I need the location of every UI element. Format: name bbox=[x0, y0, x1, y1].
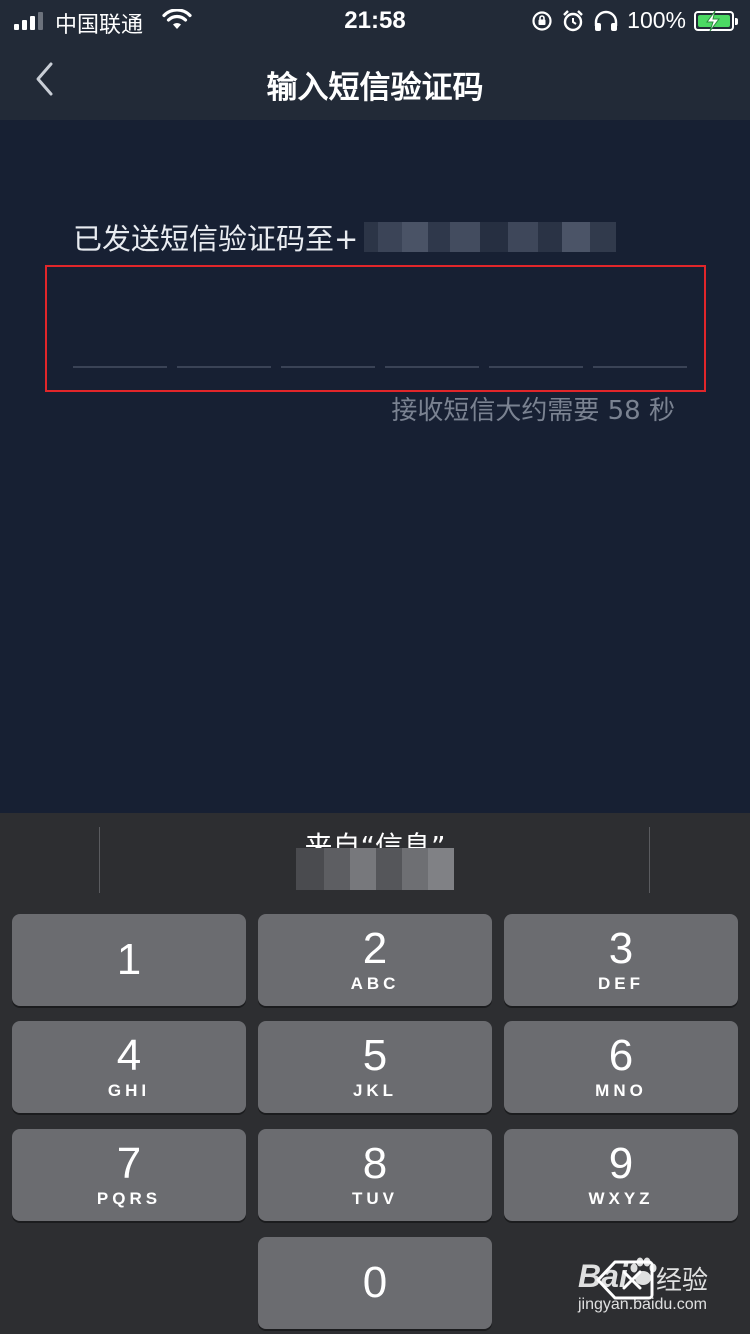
alarm-icon bbox=[563, 9, 584, 31]
code-digit-slot bbox=[489, 366, 583, 368]
code-digit-slot bbox=[593, 366, 687, 368]
key-0[interactable]: 0 bbox=[258, 1237, 492, 1329]
watermark-url: jingyan.baidu.com bbox=[578, 1296, 707, 1313]
blurred-phone-number bbox=[364, 219, 617, 255]
sent-to-message: 已发送短信验证码至+ bbox=[73, 216, 617, 258]
key-number: 9 bbox=[608, 1139, 634, 1188]
paw-icon bbox=[630, 1257, 657, 1285]
key-3[interactable]: 3 DEF bbox=[504, 914, 738, 1006]
battery-icon bbox=[694, 10, 738, 31]
status-right-group: 100% bbox=[531, 7, 738, 34]
page-title: 输入短信验证码 bbox=[266, 70, 484, 106]
watermark-logo: Bai bbox=[578, 1258, 628, 1294]
key-letters: TUV bbox=[352, 1189, 398, 1208]
baidu-jingyan-watermark: Bai 经验 jingyan.baidu.com bbox=[578, 1250, 743, 1320]
key-1[interactable]: 1 bbox=[12, 914, 246, 1006]
key-number: 6 bbox=[608, 1031, 634, 1080]
code-digit-slot bbox=[281, 366, 375, 368]
code-digit-slot bbox=[177, 366, 271, 368]
key-number: 4 bbox=[116, 1031, 142, 1080]
sms-countdown-text: 接收短信大约需要 58 秒 bbox=[391, 396, 675, 426]
watermark-brand: 经验 bbox=[656, 1266, 709, 1296]
key-number: 3 bbox=[608, 924, 634, 973]
rotation-lock-icon bbox=[532, 10, 552, 31]
key-letters: DEF bbox=[598, 974, 644, 993]
code-digit-slot bbox=[73, 366, 167, 368]
autofill-suggestion-bar: 来自“信息” bbox=[0, 813, 750, 910]
key-9[interactable]: 9 WXYZ bbox=[504, 1129, 738, 1221]
code-digit-slots bbox=[73, 366, 687, 368]
key-letters: GHI bbox=[107, 1081, 151, 1100]
verification-code-input[interactable] bbox=[45, 265, 706, 392]
key-letters: ABC bbox=[350, 974, 400, 993]
headphones-icon bbox=[594, 10, 618, 31]
key-2[interactable]: 2 ABC bbox=[258, 914, 492, 1006]
status-bar: 中国联通 21:58 100% bbox=[0, 0, 750, 40]
key-7[interactable]: 7 PQRS bbox=[12, 1129, 246, 1221]
key-4[interactable]: 4 GHI bbox=[12, 1021, 246, 1113]
key-letters: MNO bbox=[595, 1081, 647, 1100]
key-letters: JKL bbox=[352, 1081, 398, 1100]
key-8[interactable]: 8 TUV bbox=[258, 1129, 492, 1221]
key-number: 7 bbox=[116, 1139, 142, 1188]
navigation-bar: 输入短信验证码 bbox=[0, 40, 750, 120]
key-letters: PQRS bbox=[96, 1189, 162, 1208]
key-number: 2 bbox=[362, 924, 388, 973]
key-number: 5 bbox=[362, 1031, 388, 1080]
battery-percent: 100% bbox=[627, 7, 686, 33]
key-6[interactable]: 6 MNO bbox=[504, 1021, 738, 1113]
key-number: 0 bbox=[362, 1258, 388, 1307]
key-number: 8 bbox=[362, 1139, 388, 1188]
key-number: 1 bbox=[116, 935, 142, 984]
sent-to-label: 已发送短信验证码至+ bbox=[73, 222, 359, 256]
blurred-autofill-code[interactable] bbox=[296, 848, 454, 890]
charging-bolt-icon bbox=[706, 10, 720, 31]
code-digit-slot bbox=[385, 366, 479, 368]
key-5[interactable]: 5 JKL bbox=[258, 1021, 492, 1113]
key-letters: WXYZ bbox=[588, 1189, 654, 1208]
